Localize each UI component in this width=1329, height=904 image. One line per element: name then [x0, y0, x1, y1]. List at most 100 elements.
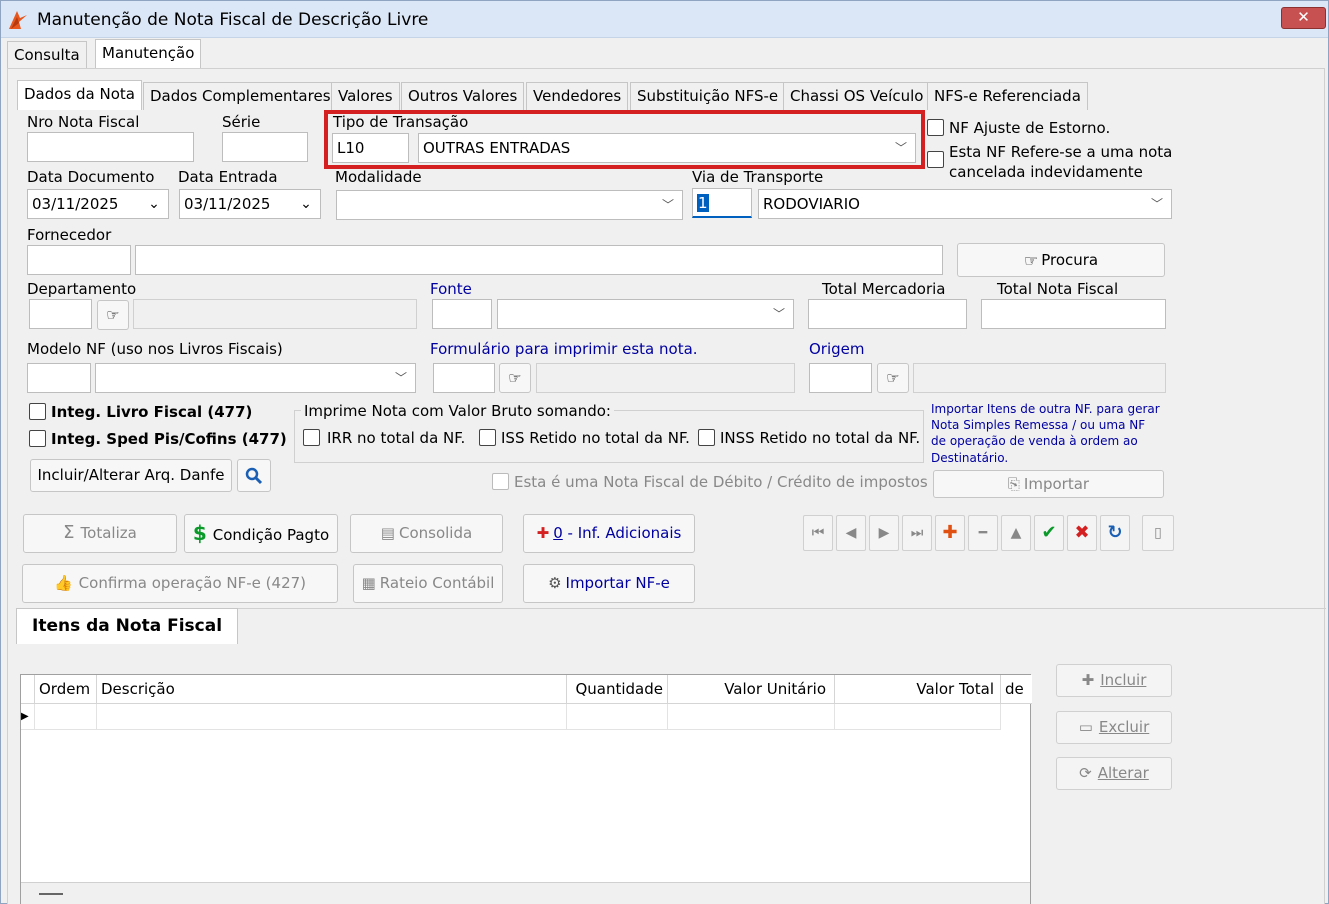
departamento-lookup-button[interactable]: ☞ [97, 300, 129, 330]
fornecedor-name-input[interactable] [135, 245, 943, 275]
chevron-down-icon[interactable]: ﹀ [657, 195, 679, 215]
tab-manutencao[interactable]: Manutenção [95, 39, 202, 69]
integ-sped-checkbox[interactable] [29, 430, 46, 447]
tab-itens-nota-fiscal[interactable]: Itens da Nota Fiscal [16, 608, 239, 644]
inf-adicionais-count: 0 [553, 524, 563, 542]
first-record-icon[interactable]: ⏮ [803, 515, 833, 551]
chevron-down-icon[interactable]: ⌄ [295, 194, 317, 214]
tab-vendedores[interactable]: Vendedores [526, 82, 629, 110]
data-entrada-input[interactable]: 03/11/2025 ⌄ [179, 189, 321, 219]
nota-debito-label: Esta é uma Nota Fiscal de Débito / Crédi… [514, 473, 928, 491]
modelo-nf-select[interactable]: ﹀ [95, 363, 416, 393]
table-row[interactable] [835, 704, 1001, 730]
inf-adicionais-button[interactable]: ✚ 0 - Inf. Adicionais [523, 514, 695, 553]
table-row[interactable] [567, 704, 668, 730]
origem-lookup-button[interactable]: ☞ [877, 363, 909, 393]
procura-button[interactable]: ☞ Procura [957, 243, 1165, 277]
departamento-code-input[interactable] [29, 299, 92, 329]
danfe-search-button[interactable] [237, 459, 271, 492]
modalidade-select[interactable]: ﹀ [336, 190, 683, 220]
excluir-item-button[interactable]: ▭ Excluir [1056, 711, 1172, 744]
alterar-item-label: Alterar [1097, 764, 1149, 782]
serie-input[interactable] [222, 132, 308, 162]
iss-label: ISS Retido no total da NF. [501, 429, 690, 447]
excluir-item-label: Excluir [1098, 718, 1150, 736]
chevron-down-icon[interactable]: ⌄ [143, 194, 165, 214]
via-transporte-code-input[interactable]: 1 [692, 188, 752, 218]
origem-code-input[interactable] [809, 363, 872, 393]
prev-record-icon[interactable]: ◀ [836, 515, 866, 551]
col-valor-unitario[interactable]: Valor Unitário [668, 675, 835, 704]
col-valor-total[interactable]: Valor Total [835, 675, 1001, 704]
rateio-contabil-button[interactable]: ▦ Rateio Contábil [353, 564, 503, 603]
horizontal-scrollbar[interactable] [21, 882, 1030, 904]
via-transporte-select[interactable]: RODOVIARIO ﹀ [758, 189, 1172, 219]
total-nota-input[interactable] [981, 299, 1166, 329]
col-de[interactable]: de [1001, 675, 1032, 704]
data-entrada-value: 03/11/2025 [184, 195, 271, 213]
alterar-item-button[interactable]: ⟳ Alterar [1056, 757, 1172, 790]
nf-refere-checkbox[interactable] [927, 151, 944, 168]
tab-dados-complementares[interactable]: Dados Complementares [143, 82, 338, 110]
tab-chassi-os-veiculo[interactable]: Chassi OS Veículo [783, 82, 931, 110]
tab-dados-da-nota[interactable]: Dados da Nota [17, 80, 142, 110]
modelo-nf-code-input[interactable] [27, 363, 91, 393]
confirma-operacao-button[interactable]: 👍 Confirma operação NF-e (427) [22, 564, 338, 603]
tab-valores[interactable]: Valores [331, 82, 400, 110]
consolida-button[interactable]: ▤ Consolida [350, 514, 503, 553]
importar-nfe-button[interactable]: ⚙ Importar NF-e [523, 564, 695, 603]
edit-record-icon[interactable]: ▲ [1001, 515, 1031, 551]
fonte-code-input[interactable] [432, 299, 492, 329]
inf-adicionais-label: - Inf. Adicionais [562, 524, 682, 542]
condicao-pagto-button[interactable]: $ Condição Pagto [184, 514, 338, 553]
fornecedor-code-input[interactable] [27, 245, 131, 275]
via-transporte-value: RODOVIARIO [763, 195, 860, 213]
table-row[interactable] [35, 704, 97, 730]
chevron-down-icon[interactable]: ﹀ [390, 368, 412, 388]
next-record-icon[interactable]: ▶ [869, 515, 899, 551]
last-record-icon[interactable]: ⏭ [902, 515, 932, 551]
tab-substituicao-nfse[interactable]: Substituição NFS-e [630, 82, 786, 110]
nro-nota-input[interactable] [27, 132, 194, 162]
inss-label: INSS Retido no total da NF. [720, 429, 921, 447]
irr-checkbox[interactable] [303, 429, 320, 446]
formulario-lookup-button[interactable]: ☞ [499, 363, 531, 393]
items-grid[interactable]: Ordem Descrição Quantidade Valor Unitári… [20, 674, 1032, 904]
integ-livro-checkbox[interactable] [29, 403, 46, 420]
post-record-icon[interactable]: ✔ [1034, 515, 1064, 551]
incluir-item-button[interactable]: ✚ Incluir [1056, 664, 1172, 697]
refresh-icon[interactable]: ↻ [1100, 515, 1130, 551]
inss-checkbox[interactable] [698, 429, 715, 446]
totaliza-button[interactable]: Σ Totaliza [23, 514, 177, 553]
insert-record-icon[interactable]: ✚ [935, 515, 965, 551]
chevron-down-icon[interactable]: ﹀ [1146, 194, 1168, 214]
incluir-danfe-button[interactable]: Incluir/Alterar Arq. Danfe [30, 459, 232, 492]
table-row[interactable] [97, 704, 567, 730]
close-button[interactable]: ✕ [1281, 7, 1326, 29]
formulario-name-field [536, 363, 795, 393]
minus-outline-icon: ▭ [1078, 718, 1093, 736]
total-mercadoria-input[interactable] [808, 299, 967, 329]
thumbs-up-icon: 👍 [53, 574, 73, 592]
iss-checkbox[interactable] [479, 429, 496, 446]
tab-outros-valores[interactable]: Outros Valores [401, 82, 525, 110]
fonte-select[interactable]: ﹀ [497, 299, 794, 329]
cancel-record-icon[interactable]: ✖ [1067, 515, 1097, 551]
formulario-code-input[interactable] [433, 363, 495, 393]
data-documento-input[interactable]: 03/11/2025 ⌄ [27, 189, 169, 219]
table-row[interactable] [668, 704, 835, 730]
panel-toggle-icon[interactable]: ▯ [1142, 515, 1174, 551]
col-descricao[interactable]: Descrição [97, 675, 567, 704]
scrollbar-thumb[interactable] [39, 893, 63, 895]
col-ordem[interactable]: Ordem [35, 675, 97, 704]
chevron-down-icon[interactable]: ﹀ [768, 304, 790, 324]
importar-button[interactable]: ⎘ Importar [933, 470, 1164, 498]
delete-record-icon[interactable]: ━ [968, 515, 998, 551]
nf-ajuste-checkbox[interactable] [927, 119, 944, 136]
nota-debito-checkbox[interactable] [492, 473, 509, 490]
row-indicator-icon: ▶ [21, 704, 35, 730]
tab-consulta[interactable]: Consulta [7, 41, 87, 69]
col-quantidade[interactable]: Quantidade [567, 675, 668, 704]
via-transporte-label: Via de Transporte [692, 168, 824, 186]
tab-nfse-referenciada[interactable]: NFS-e Referenciada [927, 82, 1088, 110]
